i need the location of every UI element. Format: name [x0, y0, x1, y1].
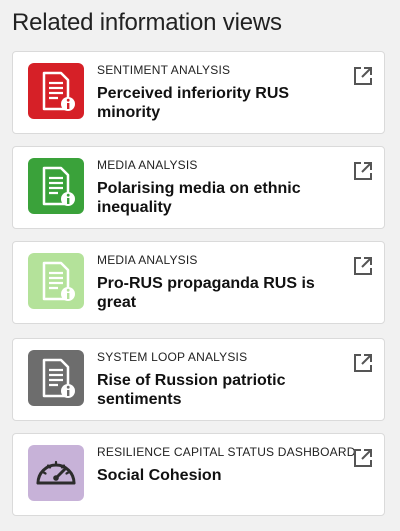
- card-title: Social Cohesion: [97, 467, 222, 484]
- document-info-icon: [28, 253, 84, 309]
- card-category: SENTIMENT ANALYSIS: [97, 63, 231, 77]
- external-link-icon[interactable]: [352, 65, 374, 87]
- info-view-card[interactable]: MEDIA ANALYSIS Polarising media on ethni…: [12, 146, 385, 229]
- external-link-icon[interactable]: [352, 160, 374, 182]
- external-link-icon[interactable]: [352, 255, 374, 277]
- card-title: Pro-RUS propaganda RUS is great: [97, 275, 315, 311]
- external-link-icon[interactable]: [352, 447, 374, 469]
- card-category: SYSTEM LOOP ANALYSIS: [97, 350, 248, 364]
- document-info-icon: [28, 158, 84, 214]
- document-info-icon: [28, 350, 84, 406]
- info-view-card[interactable]: RESILIENCE CAPITAL STATUS DASHBOARD Soci…: [12, 433, 385, 516]
- card-category: MEDIA ANALYSIS: [97, 253, 198, 267]
- card-title: Perceived inferiority RUS minority: [97, 85, 290, 121]
- info-view-card[interactable]: SYSTEM LOOP ANALYSIS Rise of Russion pat…: [12, 338, 385, 421]
- gauge-icon: [28, 445, 84, 501]
- info-view-card[interactable]: MEDIA ANALYSIS Pro-RUS propaganda RUS is…: [12, 241, 385, 324]
- section-title: Related information views: [12, 9, 282, 36]
- external-link-icon[interactable]: [352, 352, 374, 374]
- info-view-card[interactable]: SENTIMENT ANALYSIS Perceived inferiority…: [12, 51, 385, 134]
- card-title: Polarising media on ethnic inequality: [97, 180, 301, 216]
- card-category: MEDIA ANALYSIS: [97, 158, 198, 172]
- card-category: RESILIENCE CAPITAL STATUS DASHBOARD: [97, 445, 356, 459]
- card-title: Rise of Russion patriotic sentiments: [97, 372, 286, 408]
- document-info-icon: [28, 63, 84, 119]
